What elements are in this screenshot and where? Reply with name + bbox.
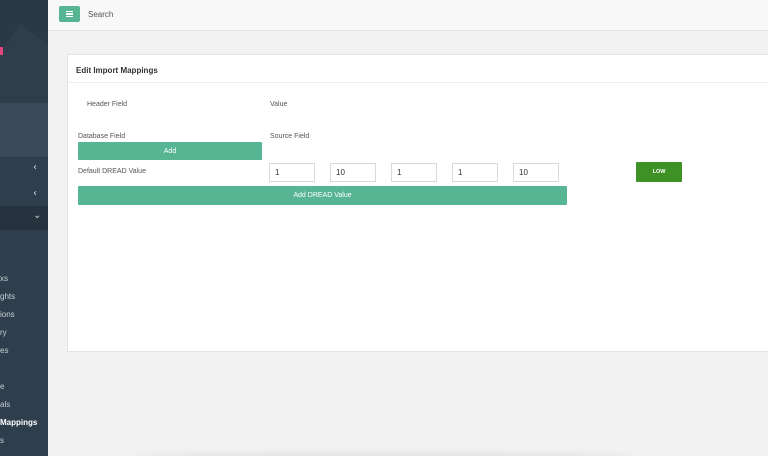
top-bar: Search bbox=[48, 0, 768, 31]
risk-level-badge: LOW bbox=[636, 162, 682, 182]
chevron-left-icon[interactable]: ‹ bbox=[33, 188, 37, 199]
panel-title: Edit Import Mappings bbox=[76, 66, 158, 75]
search-input[interactable]: Search bbox=[88, 10, 113, 19]
sidebar: ‹ ‹ ⌄ xs ghts ions ry es e als Mappings … bbox=[0, 0, 48, 456]
database-field-label: Database Field bbox=[78, 133, 126, 140]
footer-shadow bbox=[135, 452, 635, 456]
dread-damage-input[interactable] bbox=[269, 163, 315, 182]
logo bbox=[0, 47, 3, 55]
chevron-down-icon[interactable]: ⌄ bbox=[33, 210, 41, 221]
hamburger-icon bbox=[66, 11, 73, 17]
panel-header: Edit Import Mappings bbox=[68, 55, 768, 83]
sidebar-item-label: ry bbox=[0, 328, 7, 337]
dread-discoverability-input[interactable] bbox=[513, 163, 559, 182]
sidebar-item-label: s bbox=[0, 436, 4, 445]
value-label: Value bbox=[270, 101, 288, 108]
sidebar-item-label: ions bbox=[0, 310, 15, 319]
source-field-label: Source Field bbox=[270, 133, 310, 140]
sidebar-item-label: ghts bbox=[0, 292, 16, 301]
sidebar-user-panel bbox=[0, 103, 48, 157]
dread-affected-users-input[interactable] bbox=[452, 163, 498, 182]
add-button[interactable]: Add bbox=[78, 142, 262, 160]
sidebar-brand-area bbox=[0, 0, 48, 136]
dread-reproducibility-input[interactable] bbox=[330, 163, 376, 182]
dread-exploitability-input[interactable] bbox=[391, 163, 437, 182]
sidebar-item-label: als bbox=[0, 400, 11, 409]
sidebar-item-label: e bbox=[0, 382, 5, 391]
default-dread-label: Default DREAD Value bbox=[78, 168, 146, 175]
menu-toggle-button[interactable] bbox=[59, 6, 80, 22]
header-field-label: Header Field bbox=[87, 101, 128, 108]
add-dread-value-button[interactable]: Add DREAD Value bbox=[78, 186, 567, 205]
edit-mappings-panel: Edit Import Mappings Header Field Value … bbox=[67, 54, 768, 352]
sidebar-item-label: Mappings bbox=[0, 418, 38, 427]
chevron-left-icon[interactable]: ‹ bbox=[33, 162, 37, 173]
sidebar-item-label: es bbox=[0, 346, 9, 355]
